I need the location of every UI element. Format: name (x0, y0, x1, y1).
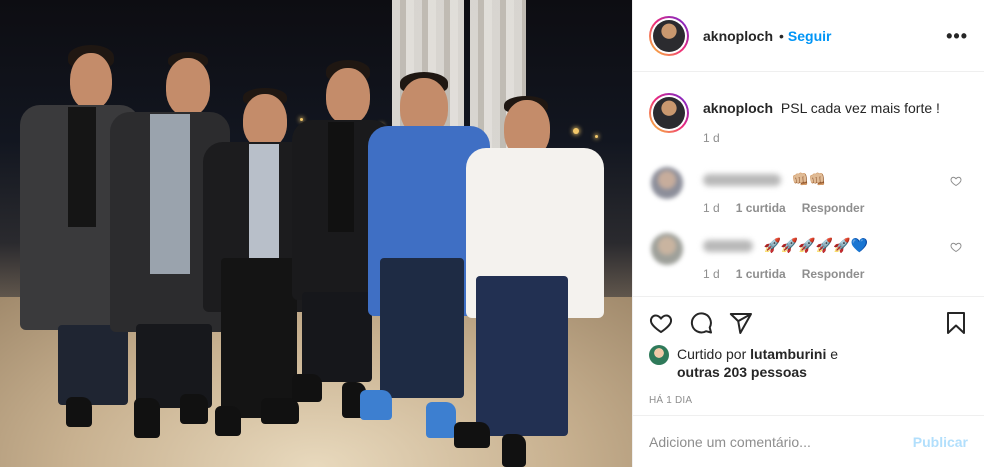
username-link[interactable]: aknoploch (703, 28, 773, 44)
comment-age: 1 d (703, 267, 720, 281)
avatar[interactable] (651, 167, 683, 199)
caption-age: 1 d (703, 131, 720, 145)
likes-others[interactable]: outras 203 pessoas (677, 364, 807, 380)
comment-icon[interactable] (689, 311, 713, 335)
comment-item: 👊🏼👊🏼 1 d 1 curtida Responder (633, 165, 984, 215)
post-photo[interactable] (0, 0, 632, 467)
separator: • (779, 27, 784, 44)
likes-summary: Curtido por lutamburini e outras 203 pes… (649, 345, 968, 381)
follow-button[interactable]: Seguir (788, 28, 832, 44)
caption-text: PSL cada vez mais forte ! (780, 100, 940, 116)
reply-button[interactable]: Responder (802, 267, 865, 281)
comment-likes[interactable]: 1 curtida (736, 201, 786, 215)
comment-text: 👊🏼👊🏼 (791, 171, 827, 188)
post-actions: Curtido por lutamburini e outras 203 pes… (633, 296, 984, 417)
comment-item: 🚀🚀🚀🚀🚀💙 1 d 1 curtida Responder (633, 231, 984, 281)
comment-username[interactable] (703, 239, 753, 252)
add-comment-bar: Publicar (633, 415, 984, 467)
avatar[interactable] (649, 15, 689, 56)
comment-age: 1 d (703, 201, 720, 215)
bookmark-icon[interactable] (944, 311, 968, 335)
comment-input[interactable] (649, 433, 913, 450)
comment-username[interactable] (703, 173, 781, 186)
city-light (573, 128, 579, 134)
city-light (300, 118, 303, 121)
post-timestamp: HÁ 1 DIA (649, 395, 693, 406)
avatar[interactable] (649, 93, 689, 133)
comments-list[interactable]: aknoploch PSL cada vez mais forte ! 1 d … (633, 73, 984, 296)
caption-username[interactable]: aknoploch (703, 100, 773, 116)
more-options-icon[interactable]: ••• (946, 26, 968, 47)
publish-button[interactable]: Publicar (913, 434, 968, 450)
post-panel: aknoploch • Seguir ••• aknoploch PSL cad… (632, 0, 984, 467)
avatar[interactable] (651, 233, 683, 265)
reply-button[interactable]: Responder (802, 201, 865, 215)
comment-text: 🚀🚀🚀🚀🚀💙 (763, 237, 869, 254)
heart-icon[interactable] (649, 311, 673, 335)
post-header: aknoploch • Seguir ••• (633, 0, 984, 72)
share-icon[interactable] (729, 311, 753, 335)
caption: aknoploch PSL cada vez mais forte ! 1 d (633, 73, 984, 145)
heart-icon[interactable] (950, 241, 962, 253)
city-light (595, 135, 598, 138)
heart-icon[interactable] (950, 175, 962, 187)
comment-likes[interactable]: 1 curtida (736, 267, 786, 281)
